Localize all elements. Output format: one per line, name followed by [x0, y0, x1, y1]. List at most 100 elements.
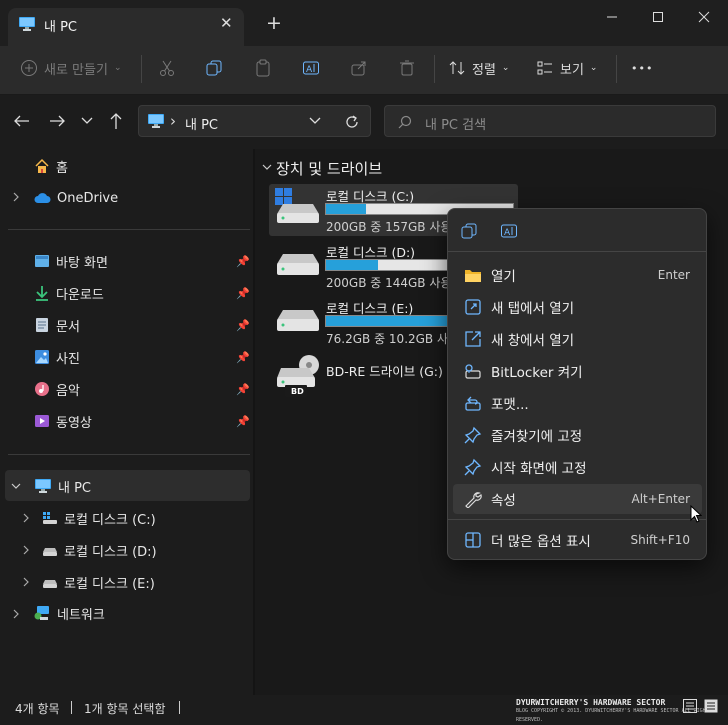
- sidebar-item-label: 로컬 디스크 (C:): [64, 512, 156, 528]
- menu-item-pin-start[interactable]: 시작 화면에 고정: [453, 452, 702, 482]
- wrench-icon: [455, 490, 491, 508]
- minimize-button[interactable]: [592, 6, 632, 28]
- maximize-button[interactable]: [638, 6, 678, 28]
- chevron-down-icon: [262, 164, 272, 170]
- menu-item-properties[interactable]: 속성 Alt+Enter: [453, 484, 702, 514]
- sidebar-divider: [8, 229, 250, 230]
- sidebar-item-pictures[interactable]: 사진 📌: [34, 342, 250, 372]
- cut-button[interactable]: [156, 58, 178, 78]
- drive-size-text: 76.2GB 중 10.2GB 사용 가능: [326, 332, 447, 346]
- cloud-icon: [34, 192, 51, 204]
- pin-icon[interactable]: 📌: [236, 383, 250, 396]
- menu-item-bitlocker[interactable]: BitLocker 켜기: [453, 356, 702, 386]
- chevron-down-icon: ⌄: [501, 63, 510, 73]
- chevron-right-icon: [13, 609, 19, 619]
- pin-icon[interactable]: 📌: [236, 319, 250, 332]
- tab-close-button[interactable]: ✕: [220, 14, 233, 32]
- expand-network-button[interactable]: [12, 609, 20, 619]
- documents-icon: [34, 317, 50, 333]
- sidebar-item-label: 바탕 화면: [56, 255, 108, 271]
- menu-item-open-new-window[interactable]: 새 창에서 열기: [453, 324, 702, 354]
- menu-divider: [448, 251, 706, 252]
- item-count: 4개 항목: [15, 702, 60, 716]
- drive-icon: [275, 252, 321, 278]
- rename-button[interactable]: A: [300, 58, 322, 78]
- collapse-this-pc-button[interactable]: [11, 482, 21, 490]
- up-button[interactable]: [108, 112, 124, 130]
- svg-text:A: A: [306, 65, 313, 75]
- menu-item-label: BitLocker 켜기: [491, 365, 583, 381]
- drive-icon: [275, 308, 321, 334]
- sidebar-item-label: 네트워크: [57, 607, 105, 623]
- chevron-down-icon: [11, 483, 21, 489]
- drive-badge: BD: [291, 387, 304, 396]
- pin-icon[interactable]: 📌: [236, 255, 250, 268]
- expand-drive-e-button[interactable]: [22, 577, 30, 587]
- share-button[interactable]: [348, 58, 370, 78]
- close-window-button[interactable]: [684, 6, 724, 28]
- expand-onedrive-button[interactable]: [12, 192, 20, 202]
- delete-button[interactable]: [396, 58, 418, 78]
- menu-item-open-new-tab[interactable]: 새 탭에서 열기: [453, 292, 702, 322]
- pin-icon: [455, 426, 491, 444]
- pictures-icon: [34, 349, 50, 365]
- view-button[interactable]: 보기 ⌄: [536, 58, 597, 78]
- new-tab-button[interactable]: +: [266, 12, 282, 34]
- sidebar-item-desktop[interactable]: 바탕 화면 📌: [34, 246, 250, 276]
- monitor-icon: [147, 113, 165, 129]
- pin-icon[interactable]: 📌: [236, 415, 250, 428]
- sidebar-item-videos[interactable]: 동영상 📌: [34, 406, 250, 436]
- sidebar-item-drive-d[interactable]: 로컬 디스크 (D:): [42, 535, 157, 565]
- menu-item-label: 포맷...: [491, 397, 529, 413]
- tiles-view-icon: [704, 699, 718, 713]
- chevron-down-icon: [309, 117, 321, 124]
- menu-item-pin-quick-access[interactable]: 즐겨찾기에 고정: [453, 420, 702, 450]
- toolbar-divider: [141, 55, 142, 83]
- sidebar-item-documents[interactable]: 문서 📌: [34, 310, 250, 340]
- sidebar-item-drive-e[interactable]: 로컬 디스크 (E:): [42, 567, 155, 597]
- paste-button[interactable]: [252, 58, 274, 78]
- expand-drive-c-button[interactable]: [22, 513, 30, 523]
- menu-item-open[interactable]: 열기 Enter: [453, 260, 702, 290]
- refresh-button[interactable]: [344, 114, 360, 130]
- chevron-right-icon: [23, 545, 29, 555]
- menu-item-label: 시작 화면에 고정: [491, 461, 587, 477]
- menu-item-shortcut: Enter: [657, 268, 690, 282]
- search-placeholder[interactable]: 내 PC 검색: [425, 114, 486, 133]
- breadcrumb-this-pc[interactable]: 내 PC: [185, 114, 218, 133]
- back-button[interactable]: [13, 113, 31, 129]
- pin-icon[interactable]: 📌: [236, 287, 250, 300]
- sidebar-item-label: OneDrive: [57, 190, 119, 206]
- address-dropdown-button[interactable]: [309, 116, 321, 126]
- music-icon: [34, 381, 50, 397]
- pin-icon[interactable]: 📌: [236, 351, 250, 364]
- sort-icon: [449, 61, 465, 75]
- new-button[interactable]: 새로 만들기 ⌄: [20, 58, 121, 78]
- menu-copy-button[interactable]: [460, 222, 482, 242]
- arrow-up-icon: [110, 113, 122, 129]
- sidebar-item-music[interactable]: 음악 📌: [34, 374, 250, 404]
- chevron-down-icon: ⌄: [113, 63, 122, 73]
- more-button[interactable]: •••: [631, 58, 653, 78]
- sort-button[interactable]: 정렬 ⌄: [448, 58, 509, 78]
- menu-item-format[interactable]: 포맷...: [453, 388, 702, 418]
- sidebar-item-downloads[interactable]: 다운로드 📌: [34, 278, 250, 308]
- sidebar-item-drive-c[interactable]: 로컬 디스크 (C:): [42, 503, 156, 533]
- menu-item-label: 새 탭에서 열기: [491, 301, 575, 317]
- chevron-right-icon: [23, 513, 29, 523]
- recent-locations-button[interactable]: [81, 116, 93, 126]
- sidebar-item-home[interactable]: 홈: [34, 151, 68, 181]
- group-collapse-button[interactable]: [262, 163, 272, 171]
- copy-button[interactable]: [203, 58, 225, 78]
- menu-rename-button[interactable]: A: [500, 222, 522, 242]
- sidebar-item-onedrive[interactable]: OneDrive: [34, 183, 118, 213]
- breadcrumb-separator[interactable]: ›: [170, 112, 176, 130]
- sidebar-item-network[interactable]: 네트워크: [34, 598, 105, 628]
- tiles-view-button[interactable]: [704, 699, 718, 713]
- menu-item-show-more-options[interactable]: 더 많은 옵션 표시 Shift+F10: [453, 525, 702, 555]
- forward-button[interactable]: [48, 113, 66, 129]
- menu-item-label: 새 창에서 열기: [491, 333, 575, 349]
- sidebar-item-this-pc[interactable]: 내 PC: [34, 471, 91, 501]
- expand-drive-d-button[interactable]: [22, 545, 30, 555]
- details-view-button[interactable]: [683, 699, 697, 713]
